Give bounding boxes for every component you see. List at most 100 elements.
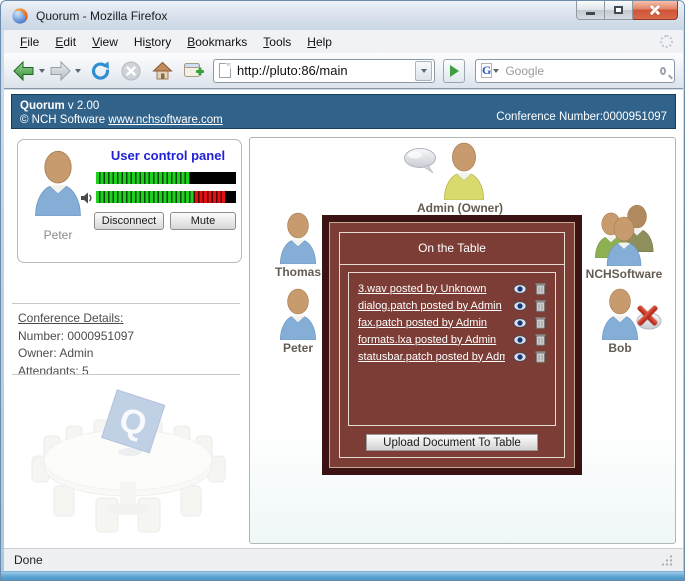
- minimize-button[interactable]: [576, 1, 605, 20]
- on-the-table-panel: On the Table 3.wav posted by Unknown dia…: [322, 215, 582, 475]
- user-name: Peter: [22, 228, 94, 242]
- view-icon[interactable]: [513, 318, 527, 328]
- view-icon[interactable]: [513, 284, 527, 294]
- participant-avatar-thomas: [276, 212, 320, 264]
- window-frame-bottom: [1, 571, 685, 581]
- menu-item-history[interactable]: History: [126, 32, 179, 52]
- maximize-icon: [614, 6, 623, 14]
- app-title: Quorum: [20, 100, 65, 112]
- participant-label-bob: Bob: [584, 341, 656, 355]
- page-header: Quorum v 2.00 © NCH Software www.nchsoft…: [11, 94, 676, 129]
- window-title: Quorum - Mozilla Firefox: [36, 9, 167, 23]
- delete-icon[interactable]: [535, 299, 546, 312]
- copyright-text: © NCH Software: [20, 114, 108, 126]
- delete-icon[interactable]: [535, 333, 546, 346]
- resize-grip[interactable]: [661, 554, 673, 566]
- title-bar[interactable]: Quorum - Mozilla Firefox: [1, 1, 685, 30]
- forward-dropdown-icon[interactable]: [75, 69, 81, 73]
- window-controls: [576, 1, 678, 20]
- disconnect-button[interactable]: Disconnect: [94, 212, 164, 230]
- details-number: Number: 0000951097: [18, 328, 134, 346]
- search-engine-dropdown-icon[interactable]: [493, 69, 499, 73]
- stop-button[interactable]: [120, 60, 142, 82]
- participant-avatar-peter: [276, 288, 320, 340]
- participant-avatar-admin: [440, 142, 488, 200]
- participant-avatar-nchsoftware: [592, 204, 656, 264]
- audio-meter-output: [96, 172, 236, 184]
- maximize-button[interactable]: [605, 1, 633, 20]
- stop-icon: [120, 60, 142, 82]
- throbber-icon: [660, 35, 673, 48]
- search-icon[interactable]: [660, 67, 666, 75]
- menu-bar: File Edit View History Bookmarks Tools H…: [4, 30, 683, 53]
- muted-icon: [632, 302, 662, 330]
- delete-icon[interactable]: [535, 316, 546, 329]
- menu-item-bookmarks[interactable]: Bookmarks: [179, 32, 255, 52]
- forward-button[interactable]: [48, 60, 72, 82]
- menu-item-view[interactable]: View: [84, 32, 126, 52]
- file-row: statusbar.patch posted by Admin: [358, 348, 546, 365]
- upload-document-button[interactable]: Upload Document To Table: [366, 434, 538, 451]
- user-avatar: [30, 150, 86, 216]
- sidebar-divider: [12, 303, 240, 304]
- file-list: 3.wav posted by Unknown dialog.patch pos…: [348, 272, 556, 426]
- user-control-panel: User control panel Disconnect Mute Peter: [17, 139, 242, 263]
- file-link[interactable]: formats.lxa posted by Admin: [358, 334, 505, 346]
- participant-label-nchsoftware: NCHSoftware: [572, 267, 676, 281]
- reload-button[interactable]: [90, 60, 112, 82]
- speech-bubble-icon: [402, 146, 440, 176]
- minimize-icon: [586, 12, 595, 15]
- close-button[interactable]: [633, 1, 678, 20]
- chevron-down-icon: [421, 69, 427, 73]
- menu-item-file[interactable]: File: [12, 32, 47, 52]
- upload-row: Upload Document To Table: [340, 432, 564, 458]
- address-bar: [213, 59, 435, 83]
- file-row: dialog.patch posted by Admin: [358, 297, 546, 314]
- menu-item-tools[interactable]: Tools: [255, 32, 299, 52]
- group-member-icon: [602, 216, 646, 266]
- go-button[interactable]: [443, 59, 465, 83]
- file-row: fax.patch posted by Admin: [358, 314, 546, 331]
- search-engine-icon[interactable]: G: [481, 63, 492, 78]
- back-arrow-icon: [12, 60, 36, 82]
- delete-icon[interactable]: [535, 350, 546, 363]
- sidebar-divider: [12, 374, 240, 375]
- address-dropdown-button[interactable]: [415, 61, 432, 81]
- address-input[interactable]: [237, 63, 415, 78]
- file-link[interactable]: dialog.patch posted by Admin: [358, 300, 505, 312]
- new-tab-button[interactable]: [183, 61, 205, 81]
- main-conference-area: Admin (Owner) Thomas Peter: [249, 137, 676, 544]
- browser-window: Quorum - Mozilla Firefox File Edit View …: [0, 0, 685, 581]
- reload-icon: [90, 60, 112, 82]
- new-tab-icon: [183, 61, 205, 81]
- participant-label-admin: Admin (Owner): [390, 201, 530, 215]
- back-button[interactable]: [12, 60, 36, 82]
- status-text: Done: [14, 553, 43, 567]
- table-title: On the Table: [340, 233, 564, 265]
- details-heading: Conference Details:: [18, 310, 134, 328]
- file-link[interactable]: 3.wav posted by Unknown: [358, 283, 505, 295]
- file-link[interactable]: fax.patch posted by Admin: [358, 317, 505, 329]
- view-icon[interactable]: [513, 352, 527, 362]
- search-input[interactable]: [505, 64, 660, 78]
- home-button[interactable]: [152, 61, 173, 81]
- forward-arrow-icon: [48, 60, 72, 82]
- file-link[interactable]: statusbar.patch posted by Admin: [358, 351, 505, 363]
- firefox-icon: [11, 7, 29, 25]
- website-link[interactable]: www.nchsoftware.com: [108, 114, 222, 126]
- menu-item-help[interactable]: Help: [299, 32, 340, 52]
- table-inner-frame: On the Table 3.wav posted by Unknown dia…: [339, 232, 565, 458]
- menu-item-edit[interactable]: Edit: [47, 32, 84, 52]
- conference-table-graphic: Q: [26, 378, 231, 540]
- mute-button[interactable]: Mute: [170, 212, 236, 230]
- view-icon[interactable]: [513, 301, 527, 311]
- status-bar: Done: [4, 548, 683, 571]
- page-content: Quorum v 2.00 © NCH Software www.nchsoft…: [4, 90, 683, 548]
- back-dropdown-icon[interactable]: [39, 69, 45, 73]
- page-icon: [219, 63, 231, 78]
- view-icon[interactable]: [513, 335, 527, 345]
- search-bar: G: [475, 59, 675, 83]
- panel-title: User control panel: [88, 148, 248, 163]
- conference-details: Conference Details: Number: 0000951097 O…: [18, 310, 134, 380]
- delete-icon[interactable]: [535, 282, 546, 295]
